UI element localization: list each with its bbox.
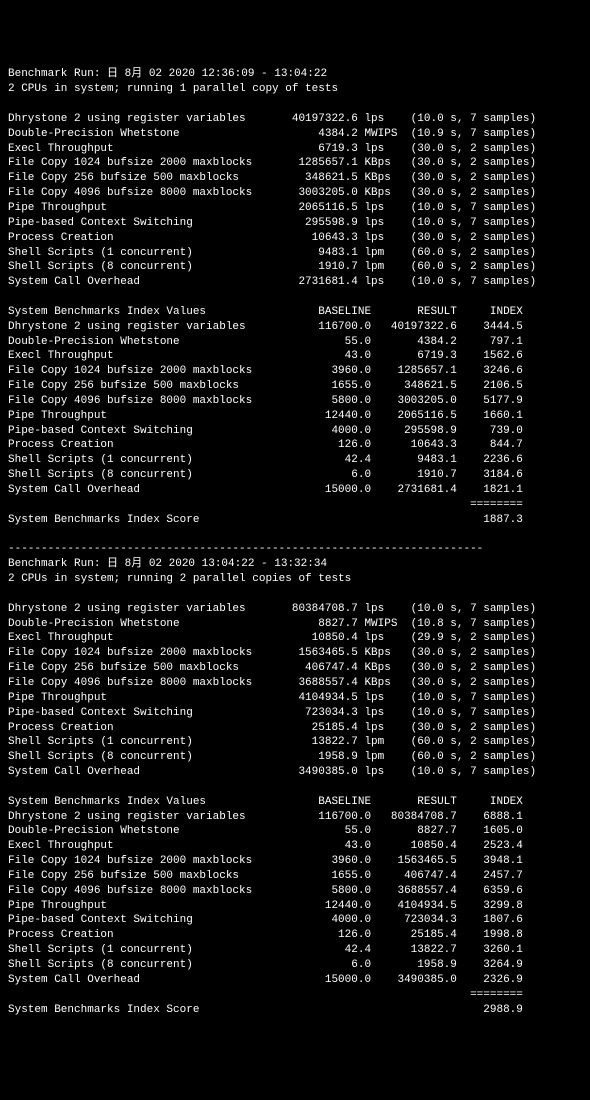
terminal-output: Benchmark Run: 日 8月 02 2020 12:36:09 - 1… xyxy=(8,67,582,1017)
